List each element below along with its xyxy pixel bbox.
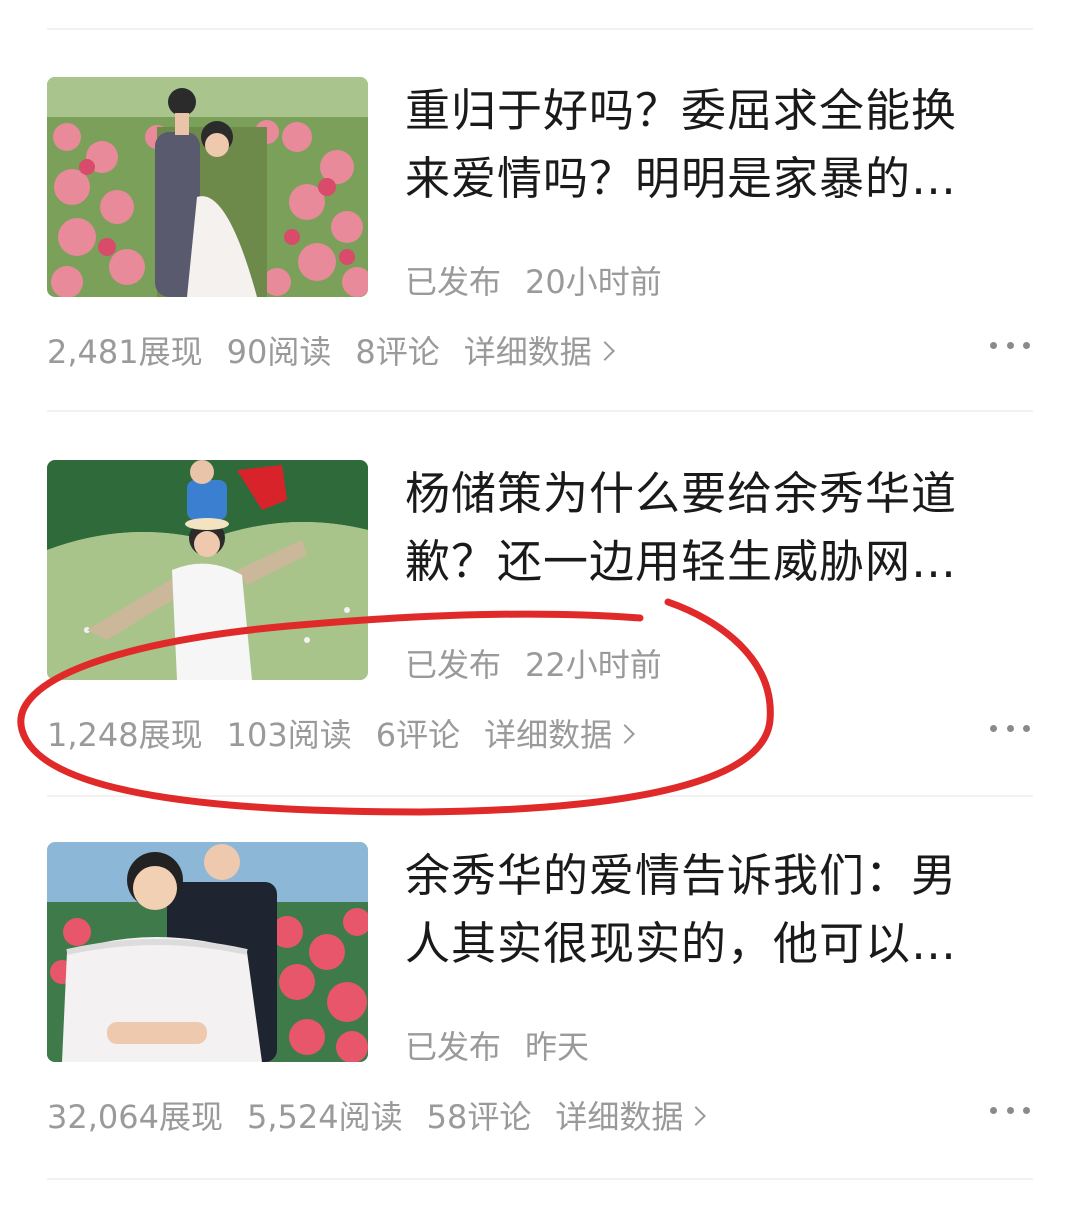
article-title[interactable]: 杨储策为什么要给余秀华道 歉？还一边用轻生威胁网… [405,460,1005,596]
chevron-right-icon [615,724,636,744]
publish-time: 22小时前 [525,646,662,684]
more-dots-icon[interactable] [990,722,1030,734]
publish-time: 20小时前 [525,263,662,301]
comments-count: 6评论 [375,716,461,754]
impressions-count: 2,481展现 [47,333,203,371]
publish-status: 已发布 [405,1028,502,1066]
publish-time: 昨天 [525,1028,590,1066]
detail-data-link[interactable]: 详细数据 [484,716,636,754]
comments-count: 8评论 [355,333,440,371]
article-thumbnail[interactable] [47,77,368,297]
publish-meta: 已发布 22小时前 [405,640,662,686]
more-dots-icon[interactable] [990,1104,1030,1116]
article-title[interactable]: 余秀华的爱情告诉我们：男 人其实很现实的，他可以… [405,842,1005,978]
article-thumbnail[interactable] [47,842,368,1062]
detail-data-label: 详细数据 [555,1098,684,1136]
top-divider [47,28,1033,30]
article-title-line: 来爱情吗？明明是家暴的… [405,152,958,205]
article-title-line: 人其实很现实的，他可以… [405,917,958,970]
impressions-count: 1,248展现 [47,716,203,754]
chevron-right-icon [686,1106,707,1126]
article-title[interactable]: 重归于好吗？委屈求全能换 来爱情吗？明明是家暴的… [405,77,1005,213]
publish-meta: 已发布 20小时前 [405,257,662,303]
bottom-divider [47,1178,1033,1180]
article-title-line: 歉？还一边用轻生威胁网… [405,535,958,588]
impressions-count: 32,064展现 [47,1098,223,1136]
comments-count: 58评论 [426,1098,532,1136]
more-dots-icon[interactable] [990,339,1030,351]
article-thumbnail[interactable] [47,460,368,680]
detail-data-label: 详细数据 [484,716,613,754]
detail-data-label: 详细数据 [463,333,592,371]
article-title-line: 杨储策为什么要给余秀华道 [405,467,958,520]
publish-meta: 已发布 昨天 [405,1022,589,1068]
chevron-right-icon [594,341,615,361]
article-stats: 2,481展现 90阅读 8评论 详细数据 [47,327,615,373]
detail-data-link[interactable]: 详细数据 [463,333,615,371]
publish-status: 已发布 [405,646,502,684]
detail-data-link[interactable]: 详细数据 [555,1098,707,1136]
reads-count: 5,524阅读 [246,1098,403,1136]
article-stats: 1,248展现 103阅读 6评论 详细数据 [47,710,636,756]
reads-count: 90阅读 [226,333,332,371]
article-divider [47,795,1033,797]
article-title-line: 余秀华的爱情告诉我们：男 [405,849,958,902]
publish-status: 已发布 [405,263,502,301]
article-stats: 32,064展现 5,524阅读 58评论 详细数据 [47,1092,707,1138]
article-title-line: 重归于好吗？委屈求全能换 [405,84,958,137]
article-divider [47,410,1033,412]
reads-count: 103阅读 [226,716,352,754]
